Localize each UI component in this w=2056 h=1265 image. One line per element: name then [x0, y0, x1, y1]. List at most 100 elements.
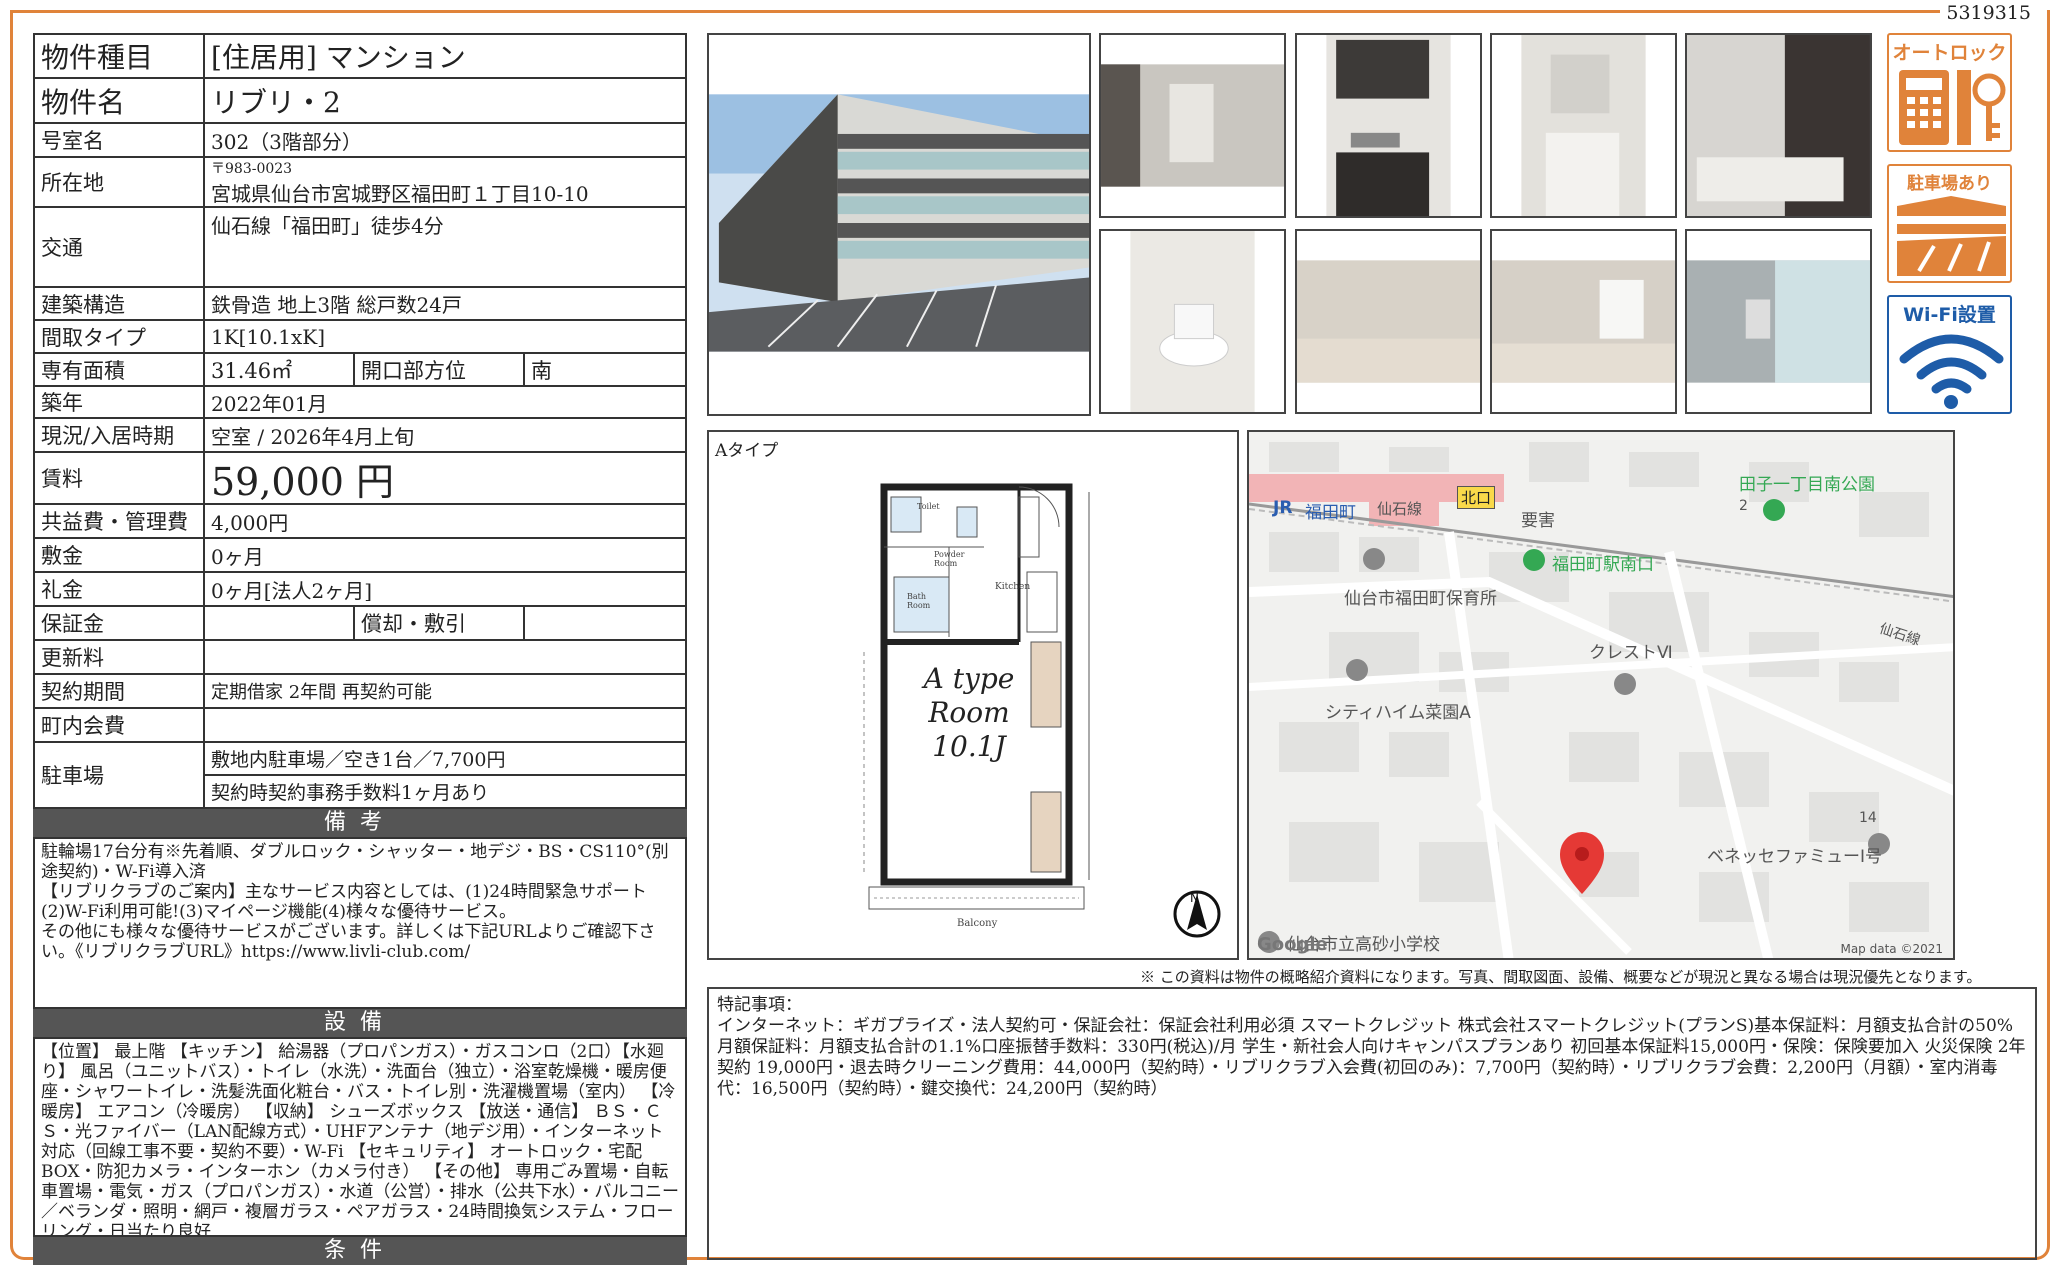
room-text-1: A type — [923, 662, 1015, 695]
value-direction: 南 — [531, 358, 552, 383]
value-renewal — [205, 641, 685, 673]
label-contract: 契約期間 — [35, 675, 205, 707]
location-map: JR 福田町 仙石線 北口 要害 田子一丁目南公園 2 福田町駅南口 仙台市福田… — [1247, 430, 1955, 960]
label-type: 物件種目 — [35, 35, 205, 77]
row-type: 物件種目 [住居用] マンション — [33, 33, 687, 77]
document-number: 5319315 — [1946, 2, 2031, 24]
label-status: 現況/入居時期 — [35, 419, 205, 451]
value-built: 2022年01月 — [211, 391, 328, 416]
row-rent: 賃料 59,000 円 — [33, 451, 687, 504]
value-name: リブリ・2 — [211, 85, 341, 119]
photo-room1 — [1295, 229, 1482, 414]
map-north-exit: 北口 — [1457, 486, 1496, 509]
value-key-money: 0ヶ月[法人2ヶ月] — [211, 578, 373, 603]
row-status: 現況/入居時期 空室 / 2026年4月上旬 — [33, 417, 687, 451]
map-station: 福田町 — [1305, 503, 1356, 523]
address-text: 宮城県仙台市宮城野区福田町１丁目10-10 — [211, 181, 589, 206]
remarks-text: インターネット：ギガプライズ・法人契約可・保証会社：保証会社利用必須 スマートク… — [717, 1016, 2026, 1099]
google-logo: Google — [1257, 934, 1328, 955]
bath-label: Bath Room — [907, 592, 931, 610]
parking-line2: 契約時契約事務手数料1ヶ月あり — [211, 782, 490, 804]
room-text-2: Room — [928, 696, 1010, 729]
label-room: 号室名 — [35, 124, 205, 156]
row-name: 物件名 リブリ・2 — [33, 77, 687, 122]
label-structure: 建築構造 — [35, 288, 205, 319]
parking-badge: 駐車場あり — [1887, 164, 2012, 283]
label-parking: 駐車場 — [35, 743, 205, 807]
toilet-label: Toilet — [917, 502, 940, 511]
label-renewal: 更新料 — [35, 641, 205, 673]
photo-room2 — [1490, 229, 1677, 414]
label-fee: 共益費・管理費 — [35, 505, 205, 537]
row-fee: 共益費・管理費 4,000円 — [33, 503, 687, 537]
label-name: 物件名 — [35, 79, 205, 122]
wifi-icon — [1899, 334, 2004, 409]
map-num14: 14 — [1859, 810, 1877, 826]
postal-code: 〒983-0023 — [211, 160, 293, 177]
special-remarks: 特記事項： インターネット：ギガプライズ・法人契約可・保証会社：保証会社利用必須… — [707, 987, 2037, 1260]
label-deposit: 敷金 — [35, 539, 205, 571]
value-contract: 定期借家 2年間 再契約可能 — [211, 682, 432, 703]
value-town-fee — [205, 709, 685, 741]
area-split: 31.46㎡ 開口部方位 南 — [205, 354, 685, 385]
property-table: 物件種目 [住居用] マンション 物件名 リブリ・2 号室名 302（3階部分）… — [33, 33, 687, 1265]
row-room: 号室名 302（3階部分） — [33, 122, 687, 156]
map-jr: JR — [1273, 498, 1293, 518]
value-amortization — [525, 607, 685, 639]
value-layout: 1K[10.1xK] — [211, 324, 326, 349]
row-town-fee: 町内会費 — [33, 707, 687, 741]
north-arrow-icon: N — [1190, 891, 1199, 905]
room-text-3: 10.1J — [932, 730, 1006, 763]
label-direction: 開口部方位 — [355, 354, 525, 385]
notes-title: 備考 — [33, 809, 687, 837]
label-guarantee: 保証金 — [35, 607, 205, 639]
page-frame-top — [10, 10, 1940, 13]
value-parking: 敷地内駐車場／空き1台／7,700円 契約時契約事務手数料1ヶ月あり — [205, 743, 685, 807]
map-youkai: 要害 — [1521, 511, 1555, 531]
value-type: [住居用] マンション — [211, 41, 466, 74]
equipment-text: 【位置】 最上階 【キッチン】 給湯器（プロパンガス）・ガスコンロ（2口）【水廻… — [33, 1037, 687, 1237]
photo-washbasin — [1490, 33, 1677, 218]
photo-balcony — [1685, 229, 1872, 414]
row-contract: 契約期間 定期借家 2年間 再契約可能 — [33, 673, 687, 707]
row-guarantee: 保証金 償却・敷引 — [33, 605, 687, 639]
map-benesse: ベネッセファミューⅠ号 — [1707, 847, 1883, 867]
row-address: 所在地 〒983-0023 宮城県仙台市宮城野区福田町１丁目10-10 — [33, 156, 687, 206]
value-access: 仙石線「福田町」徒歩4分 — [211, 214, 444, 238]
label-key-money: 礼金 — [35, 573, 205, 605]
value-structure: 鉄骨造 地上3階 総戸数24戸 — [211, 293, 462, 317]
label-area: 専有面積 — [35, 354, 205, 385]
autolock-badge: オートロック — [1887, 33, 2012, 152]
value-deposit: 0ヶ月 — [211, 544, 264, 569]
label-built: 築年 — [35, 387, 205, 417]
value-address: 〒983-0023 宮城県仙台市宮城野区福田町１丁目10-10 — [205, 158, 685, 206]
row-renewal: 更新料 — [33, 639, 687, 673]
row-deposit: 敷金 0ヶ月 — [33, 537, 687, 571]
map-south-exit: 福田町駅南口 — [1552, 555, 1654, 575]
notes-text: 駐輪場17台分有※先着順、ダブルロック・シャッター・地デジ・BS・CS110°(… — [33, 837, 687, 1009]
powder-label: Powder Room — [934, 550, 965, 568]
photo-hallway — [1099, 33, 1286, 218]
balcony-label: Balcony — [957, 918, 998, 929]
value-guarantee — [205, 607, 355, 639]
row-key-money: 礼金 0ヶ月[法人2ヶ月] — [33, 571, 687, 605]
value-rent: 59,000 円 — [211, 459, 395, 504]
value-area: 31.46㎡ — [205, 354, 355, 385]
building-photo — [707, 33, 1091, 416]
row-parking: 駐車場 敷地内駐車場／空き1台／7,700円 契約時契約事務手数料1ヶ月あり — [33, 741, 687, 809]
map-city-heim: シティハイム菜園A — [1325, 703, 1471, 723]
kitchen-label: Kitchen — [995, 582, 1031, 592]
autolock-icon — [1899, 70, 2006, 145]
label-address: 所在地 — [35, 158, 205, 206]
label-rent: 賃料 — [35, 453, 205, 503]
map-data-credit: Map data ©2021 — [1840, 942, 1943, 956]
building-illustration — [709, 94, 1089, 352]
parking-icon — [1897, 196, 2006, 276]
guarantee-split: 償却・敷引 — [205, 607, 685, 639]
row-built: 築年 2022年01月 — [33, 385, 687, 417]
wifi-badge: Wi-Fi設置 — [1887, 295, 2012, 414]
room-label: A type Room 10.1J — [919, 662, 1019, 764]
parking-line1: 敷地内駐車場／空き1台／7,700円 — [205, 743, 685, 776]
value-status: 空室 / 2026年4月上旬 — [211, 424, 415, 449]
row-access: 交通 仙石線「福田町」徒歩4分 — [33, 206, 687, 286]
